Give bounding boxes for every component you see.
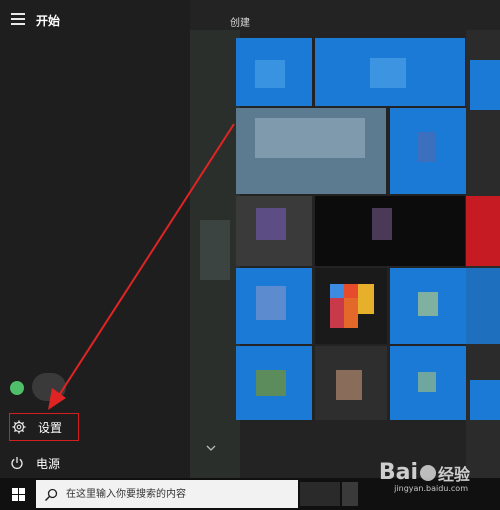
app-tile[interactable] [255, 60, 285, 88]
app-tile[interactable] [330, 284, 344, 298]
app-tile[interactable] [466, 196, 500, 266]
app-tile[interactable] [372, 208, 392, 240]
start-button[interactable] [0, 478, 36, 510]
power-button[interactable]: 电源 [10, 450, 60, 476]
paw-icon [419, 464, 436, 481]
user-avatar-icon[interactable] [10, 381, 24, 395]
chevron-down-icon[interactable] [206, 444, 216, 455]
search-input[interactable] [64, 487, 288, 501]
app-tile[interactable] [418, 292, 438, 316]
app-tile[interactable] [344, 284, 358, 298]
taskbar-app[interactable] [342, 482, 358, 506]
watermark-url: jingyan.baidu.com [394, 484, 468, 493]
app-tile[interactable] [418, 132, 436, 162]
baidu-watermark: Bai 经验 [378, 460, 470, 485]
windows-logo-icon [11, 487, 25, 501]
search-icon [44, 487, 58, 502]
app-tile[interactable] [344, 298, 358, 328]
taskbar-app[interactable] [300, 482, 340, 506]
app-tile[interactable] [256, 286, 286, 320]
start-menu: 开始 设置 电源 创建 [0, 0, 500, 478]
app-tile[interactable] [358, 284, 374, 314]
app-tile[interactable] [370, 58, 406, 88]
settings-button[interactable]: 设置 [9, 413, 79, 441]
blurred-region [200, 220, 230, 280]
user-name-blurred[interactable] [32, 373, 66, 401]
gear-icon [12, 420, 26, 434]
search-box[interactable] [36, 480, 298, 508]
app-tile[interactable] [336, 370, 362, 400]
tile-group-label: 创建 [230, 18, 250, 29]
hamburger-icon[interactable] [11, 13, 25, 25]
settings-label: 设置 [38, 420, 63, 435]
app-tile[interactable] [470, 60, 500, 110]
app-tile[interactable] [330, 298, 344, 328]
power-icon [10, 456, 24, 470]
app-tile[interactable] [256, 208, 286, 240]
power-label: 电源 [36, 456, 61, 471]
left-rail: 开始 设置 电源 [0, 0, 190, 478]
app-tile[interactable] [470, 380, 500, 420]
app-tile[interactable] [256, 370, 286, 396]
start-title: 开始 [36, 14, 61, 28]
app-tile[interactable] [418, 372, 436, 392]
app-tile[interactable] [466, 268, 500, 344]
app-tile[interactable] [255, 118, 365, 158]
